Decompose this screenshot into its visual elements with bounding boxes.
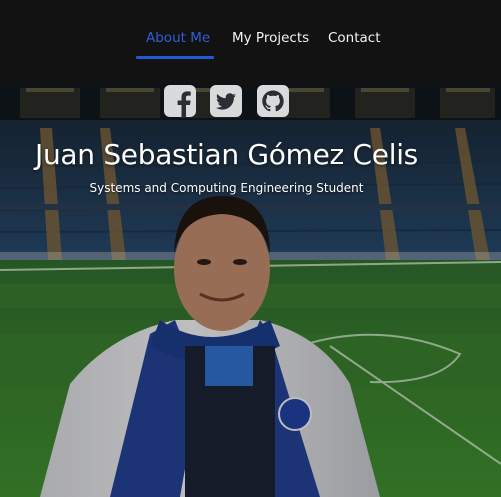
page: About Me My Projects Contact Juan Sebast…: [0, 0, 501, 497]
hero-section: Juan Sebastian Gómez Celis Systems and C…: [0, 84, 501, 497]
nav-contact[interactable]: Contact: [328, 30, 381, 46]
facebook-icon[interactable]: [163, 84, 197, 118]
nav-my-projects[interactable]: My Projects: [232, 30, 309, 46]
hero-subtitle: Systems and Computing Engineering Studen…: [89, 181, 364, 195]
github-icon[interactable]: [256, 84, 290, 118]
hero-name-heading: Juan Sebastian Gómez Celis: [35, 138, 418, 171]
twitter-icon[interactable]: [209, 84, 243, 118]
nav-active-indicator: [136, 56, 214, 59]
top-navbar: About Me My Projects Contact: [0, 0, 501, 84]
nav-about-me[interactable]: About Me: [146, 30, 210, 46]
